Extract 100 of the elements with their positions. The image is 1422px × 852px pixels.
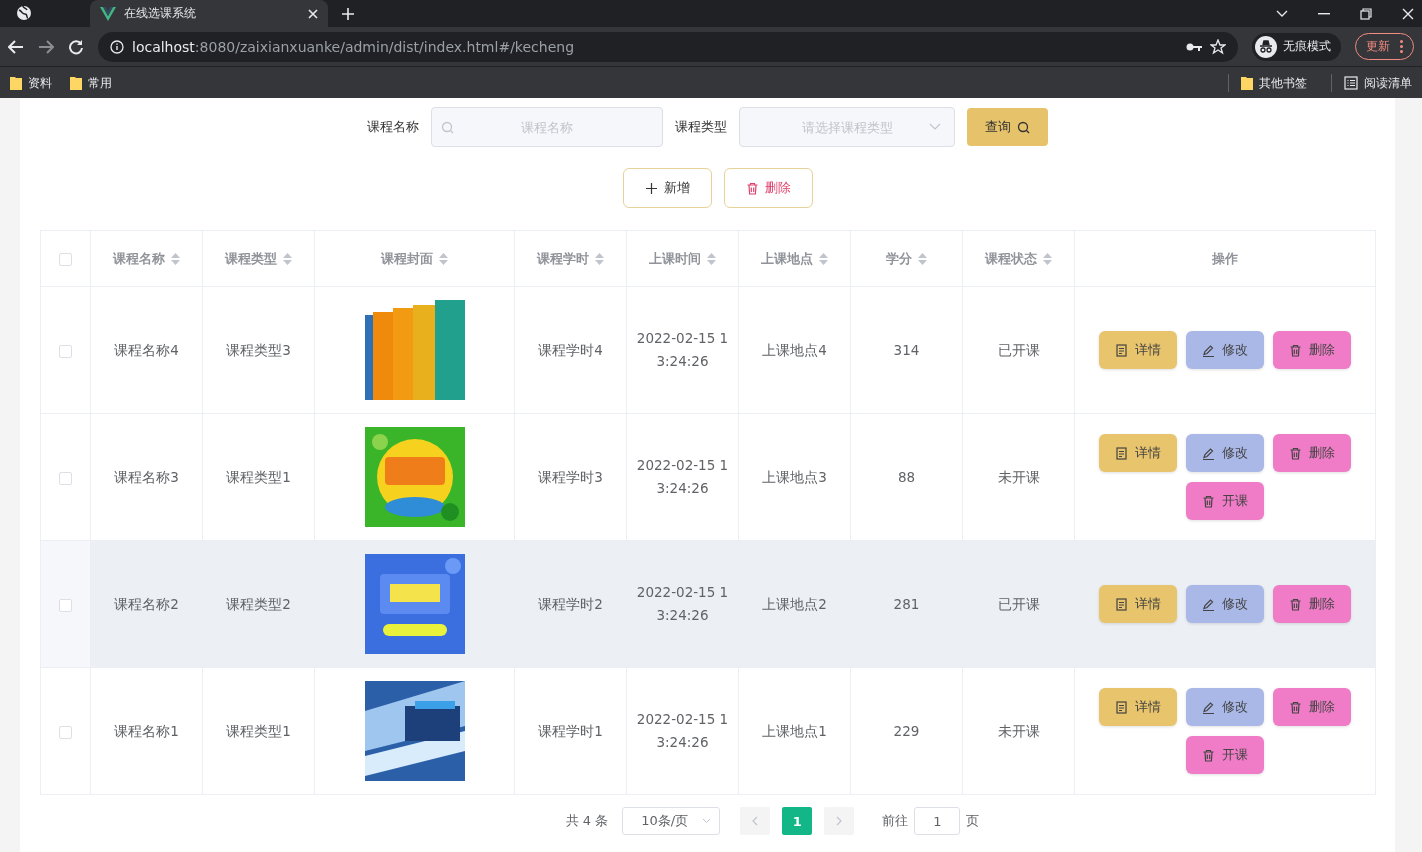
column-header[interactable]: 上课地点: [761, 249, 828, 268]
sort-icon[interactable]: [707, 252, 716, 265]
document-icon: [1115, 597, 1128, 611]
column-header[interactable]: 课程类型: [225, 249, 292, 268]
trash-icon: [1202, 748, 1215, 762]
table-cell-text: 未开课: [997, 721, 1040, 741]
sort-icon[interactable]: [439, 252, 448, 265]
folder-icon: [1241, 76, 1253, 90]
edit-button[interactable]: 修改: [1186, 688, 1264, 726]
detail-button[interactable]: 详情: [1099, 585, 1177, 623]
table-cell-text: 课程名称3: [114, 467, 179, 487]
total-count: 共 4 条: [565, 812, 609, 830]
info-icon[interactable]: [110, 39, 124, 54]
table-cell-text: 课程类型1: [226, 721, 291, 741]
edit-button[interactable]: 修改: [1186, 585, 1264, 623]
table-cell-text: 2022-02-15 13:24:26: [636, 456, 729, 498]
browser-tab[interactable]: 在线选课系统: [90, 0, 328, 27]
table-cell-text: 2022-02-15 13:24:26: [636, 583, 729, 625]
delete-button[interactable]: 删除: [1273, 434, 1351, 472]
edit-button[interactable]: 修改: [1186, 434, 1264, 472]
sort-icon[interactable]: [595, 252, 604, 265]
edit-button[interactable]: 修改: [1186, 331, 1264, 369]
pencil-icon: [1202, 597, 1215, 611]
pencil-icon: [1202, 343, 1215, 357]
delete-button[interactable]: 删除: [1273, 688, 1351, 726]
close-icon[interactable]: [1402, 7, 1414, 20]
column-header[interactable]: 课程名称: [113, 249, 180, 268]
key-icon[interactable]: [1186, 41, 1202, 52]
chevron-down-icon: [929, 123, 941, 131]
field-label: 课程名称: [367, 118, 419, 136]
trash-icon: [1289, 446, 1302, 460]
add-button[interactable]: 新增: [622, 168, 712, 208]
table-cell-text: 281: [893, 594, 920, 614]
trash-icon: [745, 181, 759, 195]
delete-button[interactable]: 删除: [723, 168, 813, 208]
star-icon[interactable]: [1210, 38, 1226, 55]
sort-icon[interactable]: [171, 252, 180, 265]
table-cell-text: 上课地点1: [762, 721, 827, 741]
page-size-select[interactable]: 10条/页: [622, 807, 721, 835]
column-header[interactable]: 课程封面: [381, 249, 448, 268]
select-all-checkbox[interactable]: [59, 253, 72, 266]
table-cell-text: 课程类型1: [226, 467, 291, 487]
table-cell-text: 课程类型2: [226, 594, 291, 614]
document-icon: [1115, 446, 1128, 460]
row-checkbox[interactable]: [59, 471, 72, 485]
reload-icon[interactable]: [68, 38, 84, 55]
table-cell-text: 已开课: [997, 340, 1040, 360]
table-cell-text: 88: [897, 467, 916, 487]
page-suffix: 页: [966, 812, 980, 830]
column-header[interactable]: 上课时间: [649, 249, 716, 268]
sort-icon[interactable]: [918, 252, 927, 265]
next-page-button[interactable]: [824, 807, 855, 835]
detail-button[interactable]: 详情: [1099, 688, 1177, 726]
detail-button[interactable]: 详情: [1099, 434, 1177, 472]
chevron-down-icon[interactable]: [1276, 9, 1288, 18]
forward-icon[interactable]: [38, 39, 54, 54]
close-icon[interactable]: [308, 8, 318, 19]
bookmark-item[interactable]: 常用: [70, 74, 112, 92]
chevron-down-icon: [702, 818, 712, 824]
sort-icon[interactable]: [819, 252, 828, 265]
detail-button[interactable]: 详情: [1099, 331, 1177, 369]
plus-icon: [644, 181, 658, 195]
search-icon: [441, 121, 454, 134]
chevron-left-icon: [752, 816, 759, 826]
incognito-label: 无痕模式: [1283, 38, 1331, 55]
more-icon[interactable]: [1400, 40, 1403, 53]
table-cell-text: 课程学时3: [538, 467, 603, 487]
query-button[interactable]: 查询: [967, 108, 1048, 146]
open-course-button[interactable]: 开课: [1186, 482, 1264, 520]
bookmark-item[interactable]: 资料: [10, 74, 52, 92]
sort-icon[interactable]: [1043, 252, 1052, 265]
prev-page-button[interactable]: [740, 807, 771, 835]
column-header[interactable]: 课程状态: [985, 249, 1052, 268]
table-cell-text: 上课地点4: [762, 340, 827, 360]
column-header[interactable]: 学分: [886, 249, 927, 268]
incognito-icon: [1255, 35, 1277, 58]
delete-button[interactable]: 删除: [1273, 585, 1351, 623]
delete-button[interactable]: 删除: [1273, 331, 1351, 369]
table-cell-text: 314: [893, 340, 920, 360]
page-input[interactable]: 1: [914, 807, 961, 835]
row-checkbox[interactable]: [59, 598, 72, 612]
table-cell-text: 课程名称1: [114, 721, 179, 741]
table-cell-text: 上课地点3: [762, 467, 827, 487]
v-logo-icon: [100, 6, 116, 21]
back-icon[interactable]: [8, 39, 24, 54]
column-header[interactable]: 课程学时: [537, 249, 604, 268]
row-checkbox[interactable]: [59, 725, 72, 739]
table-cell-text: 未开课: [997, 467, 1040, 487]
minimize-icon[interactable]: [1318, 12, 1330, 15]
reading-list-item[interactable]: 阅读清单: [1344, 74, 1412, 92]
row-checkbox[interactable]: [59, 344, 72, 358]
pencil-icon: [1202, 446, 1215, 460]
table-cell-text: 229: [893, 721, 920, 741]
incognito-badge[interactable]: 无痕模式: [1252, 32, 1341, 61]
sort-icon[interactable]: [283, 252, 292, 265]
open-course-button[interactable]: 开课: [1186, 736, 1264, 774]
table-cell-text: 已开课: [997, 594, 1040, 614]
address-bar[interactable]: localhost:8080/zaixianxuanke/admin/dist/index.html#/kecheng: [98, 31, 1238, 62]
restore-icon[interactable]: [1360, 7, 1372, 20]
bookmark-item[interactable]: 其他书签: [1241, 74, 1307, 92]
